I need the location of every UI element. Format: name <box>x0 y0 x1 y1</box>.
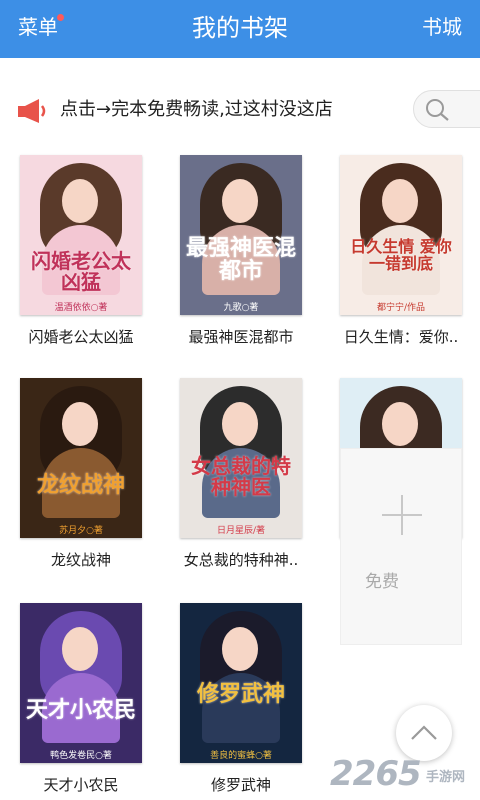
book-item[interactable]: 天才小农民 鸭色发卷民○著 天才小农民 <box>20 603 142 797</box>
book-item[interactable]: 龙纹战神 苏月夕○著 龙纹战神 <box>20 378 142 572</box>
book-title[interactable]: 最强神医混都市 <box>180 325 302 349</box>
cover-author: 善良的蜜蜂○著 <box>210 751 272 761</box>
cover-title: 闪婚老公太凶猛 <box>31 249 131 294</box>
chevron-up-icon <box>411 725 437 740</box>
book-item[interactable]: 最强神医混都市 九歌○著 最强神医混都市 <box>180 155 302 349</box>
search-icon <box>426 99 449 121</box>
cover-face <box>382 179 418 223</box>
book-cover[interactable]: 闪婚老公太凶猛温酒依依○著 <box>20 155 142 315</box>
cover-author: 鸭色发卷民○著 <box>50 751 112 761</box>
add-slot-label: 免费 <box>365 572 399 592</box>
top-bar: 菜单 我的书架 书城 <box>0 0 480 58</box>
bookstore-button[interactable]: 书城 <box>422 12 462 42</box>
plus-icon-bar <box>382 514 422 516</box>
watermark-number: 2265 <box>330 754 422 794</box>
notice-bar[interactable]: 点击→完本免费畅读,过这村没这店 <box>0 58 480 158</box>
cover-author: 都宁宁/作品 <box>376 303 426 313</box>
book-item[interactable]: 日久生情 爱你一错到底都宁宁/作品日久生情：爱你.. <box>340 155 462 349</box>
search-button[interactable] <box>413 90 480 128</box>
page-title: 我的书架 <box>192 14 288 42</box>
megaphone-icon <box>18 99 46 123</box>
book-cover[interactable]: 修罗武神善良的蜜蜂○著 <box>180 603 302 763</box>
watermark-site: 手游网 <box>426 770 466 785</box>
book-item[interactable]: 修罗武神 善良的蜜蜂○著 修罗武神 <box>180 603 302 797</box>
book-title[interactable]: 天才小农民 <box>20 773 142 797</box>
cover-author: 九歌○著 <box>223 303 259 313</box>
cover-title: 修罗武神 <box>196 681 285 707</box>
cover-face <box>62 627 98 671</box>
book-cover[interactable]: 龙纹战神苏月夕○著 <box>20 378 142 538</box>
cover-author: 苏月夕○著 <box>59 526 103 536</box>
notice-text: 点击→完本免费畅读,过这村没这店 <box>60 99 333 120</box>
cover-face <box>382 402 418 446</box>
cover-author: 日月星辰/著 <box>216 526 266 536</box>
cover-title: 龙纹战神 <box>36 472 125 498</box>
book-cover[interactable]: 最强神医混都市九歌○著 <box>180 155 302 315</box>
cover-title: 最强神医混都市 <box>185 235 296 285</box>
add-book-slot[interactable]: 免费 <box>340 448 462 645</box>
book-item[interactable]: 女总裁的特种神医日月星辰/著女总裁的特种神.. <box>180 378 302 572</box>
book-cover[interactable]: 女总裁的特种神医日月星辰/著 <box>180 378 302 538</box>
cover-title: 女总裁的特种神医 <box>191 454 291 499</box>
cover-face <box>222 627 258 671</box>
book-title[interactable]: 日久生情：爱你.. <box>340 325 462 349</box>
book-cover[interactable]: 日久生情 爱你一错到底都宁宁/作品 <box>340 155 462 315</box>
book-title[interactable]: 闪婚老公太凶猛 <box>20 325 142 349</box>
book-title[interactable]: 女总裁的特种神.. <box>180 548 302 572</box>
watermark-logo: 2265 手游网 <box>330 752 480 796</box>
book-item[interactable]: 闪婚老公太凶猛 温酒依依○著 闪婚老公太凶猛 <box>20 155 142 349</box>
cover-title: 天才小农民 <box>25 697 136 723</box>
book-title[interactable]: 龙纹战神 <box>20 548 142 572</box>
book-title[interactable]: 修罗武神 <box>180 773 302 797</box>
cover-author: 温酒依依○著 <box>54 303 108 313</box>
cover-face <box>222 179 258 223</box>
cover-face <box>222 402 258 446</box>
book-cover[interactable]: 天才小农民鸭色发卷民○著 <box>20 603 142 763</box>
cover-title: 日久生情 爱你一错到底 <box>350 237 452 273</box>
cover-face <box>62 402 98 446</box>
cover-face <box>62 179 98 223</box>
